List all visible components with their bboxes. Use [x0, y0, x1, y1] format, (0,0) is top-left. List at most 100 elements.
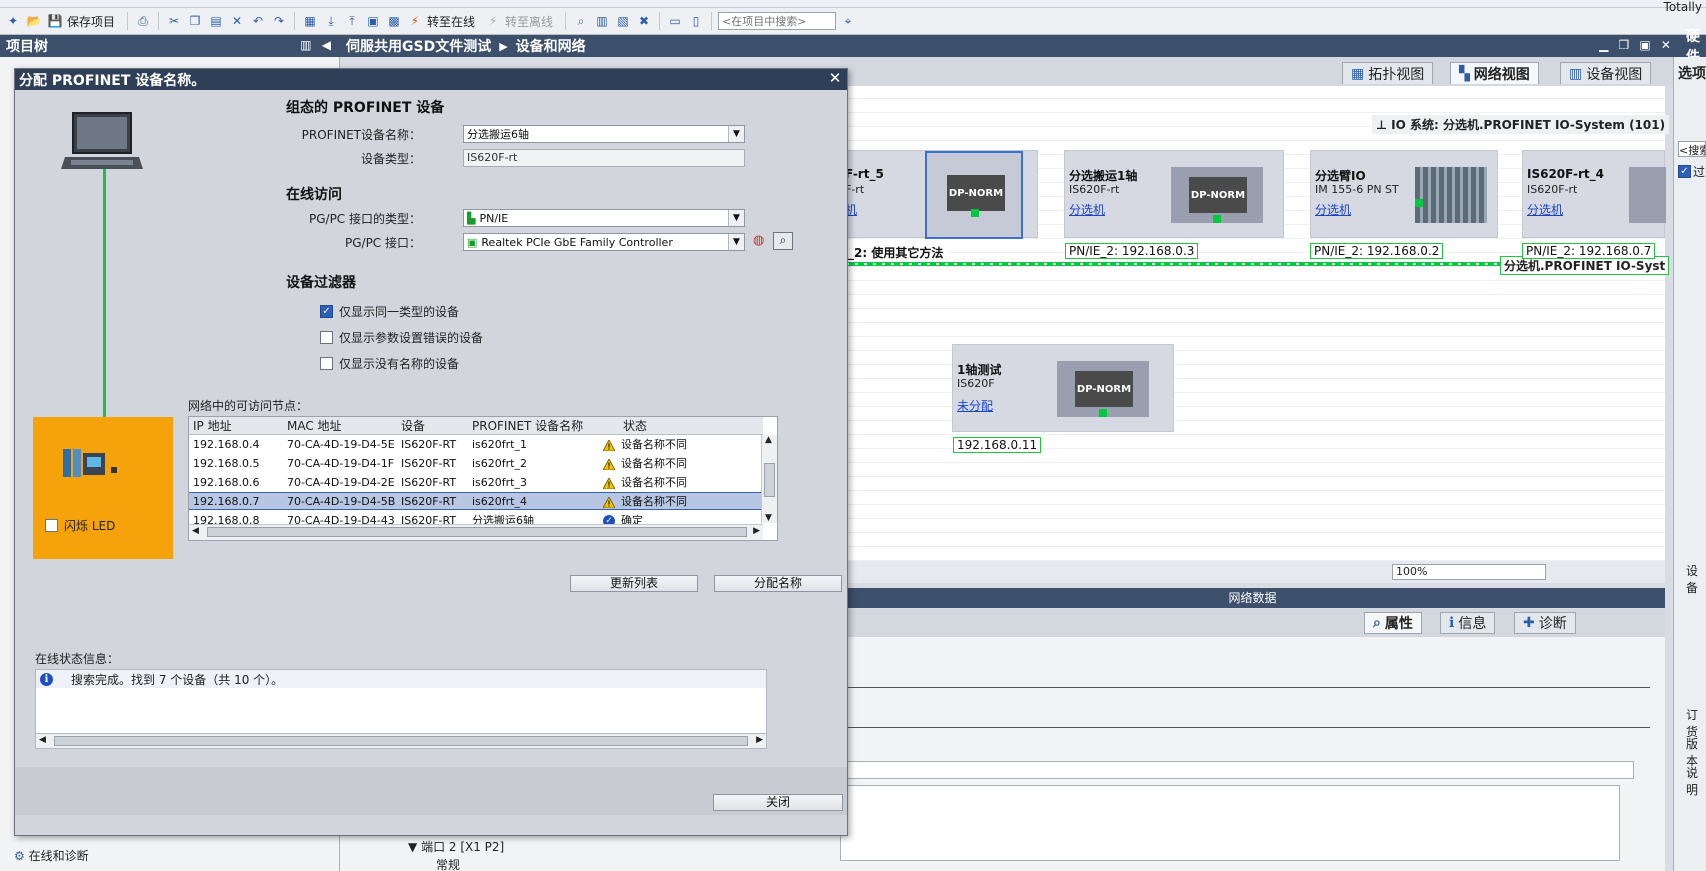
tab-properties[interactable]: ⌕ 属性: [1364, 612, 1422, 634]
search-project-icon[interactable]: ⌖: [839, 12, 857, 30]
go-online-icon[interactable]: ⚡: [406, 12, 424, 30]
tab-network-view[interactable]: ▚ 网络视图: [1450, 62, 1539, 84]
port-icon[interactable]: [1415, 199, 1423, 207]
project-search-input[interactable]: [718, 12, 837, 30]
filter-no-name-checkbox[interactable]: 仅显示没有名称的设备: [320, 355, 459, 372]
inspector-field[interactable]: [840, 761, 1634, 779]
table-row[interactable]: 192.168.0.6 70-CA-4D-19-D4-2E IS620F-RT is6…: [189, 473, 763, 491]
scroll-left-icon[interactable]: ◀: [192, 526, 199, 536]
scroll-left-icon[interactable]: ◀: [39, 735, 46, 745]
port-icon[interactable]: [971, 209, 979, 217]
table-row[interactable]: 192.168.0.7 70-CA-4D-19-D4-5B IS620F-RT is6…: [189, 492, 763, 510]
breadcrumb-project[interactable]: 伺服共用GSD文件测试: [346, 36, 491, 56]
device-card[interactable]: 分选搬运1轴 IS620F-rt 分选机 DP-NORM: [1064, 150, 1284, 238]
tab-diagnostics[interactable]: ✚ 诊断: [1514, 612, 1576, 634]
split-vertical-icon[interactable]: ▯: [687, 12, 705, 30]
simulation-icon[interactable]: ▣: [364, 12, 382, 30]
table-row[interactable]: 192.168.0.4 70-CA-4D-19-D4-5E IS620F-RT is6…: [189, 435, 763, 453]
zoom-select[interactable]: 100%: [1392, 564, 1546, 580]
close-tool-icon[interactable]: ✖: [635, 12, 653, 30]
column-header[interactable]: IP 地址: [193, 417, 232, 434]
scroll-thumb[interactable]: [207, 527, 747, 537]
device-card[interactable]: 1轴测试 IS620F 未分配 DP-NORM: [952, 344, 1174, 432]
filter-same-type-checkbox[interactable]: ✓ 仅显示同一类型的设备: [320, 303, 459, 320]
open-project-icon[interactable]: 📂: [25, 12, 43, 30]
compile-icon[interactable]: ▦: [301, 12, 319, 30]
close-button[interactable]: 关闭: [713, 794, 843, 811]
upload-icon[interactable]: ⤒: [343, 12, 361, 30]
network-data-bar[interactable]: 网络数据: [840, 588, 1665, 608]
vertical-scrollbar[interactable]: ▲ ▼: [761, 435, 777, 523]
horizontal-scrollbar[interactable]: ◀ ▶: [189, 524, 763, 540]
blink-led-checkbox[interactable]: 闪烁 LED: [45, 517, 115, 534]
delete-icon[interactable]: ✕: [228, 12, 246, 30]
device-link[interactable]: 未分配: [957, 397, 993, 414]
device-module[interactable]: DP-NORM: [1171, 167, 1263, 223]
scroll-right-icon[interactable]: ▶: [756, 735, 763, 745]
diagnostics-status-icon[interactable]: ◍: [753, 233, 764, 248]
window-controls-icon[interactable]: ▁ ❐ ▣ ✕: [1599, 38, 1674, 52]
start-simulation-icon[interactable]: ▩: [385, 12, 403, 30]
cross-reference-icon[interactable]: ▥: [593, 12, 611, 30]
tree-item-general[interactable]: 常规: [436, 856, 460, 871]
scroll-down-icon[interactable]: ▼: [765, 513, 772, 523]
new-project-icon[interactable]: ✦: [4, 12, 22, 30]
device-card[interactable]: F-rt_5 F-rt 机 DP-NORM: [840, 150, 1038, 239]
scroll-thumb[interactable]: [54, 736, 748, 746]
print-icon[interactable]: ⎙: [134, 12, 152, 30]
column-header[interactable]: 状态: [623, 417, 647, 434]
update-list-button[interactable]: 更新列表: [570, 575, 698, 592]
column-header[interactable]: 设备: [401, 417, 425, 434]
scroll-up-icon[interactable]: ▲: [765, 435, 772, 445]
chevron-down-icon[interactable]: ▼: [728, 126, 744, 142]
tab-info[interactable]: ℹ 信息: [1440, 612, 1496, 634]
device-link[interactable]: 分选机: [1069, 201, 1105, 218]
filter-param-error-checkbox[interactable]: 仅显示参数设置错误的设备: [320, 329, 483, 346]
tree-item-port2[interactable]: ▼ 端口 2 [X1 P2]: [408, 838, 504, 855]
undo-icon[interactable]: ↶: [249, 12, 267, 30]
catalog-search-input[interactable]: <搜索: [1678, 141, 1706, 157]
assign-name-button[interactable]: 分配名称: [714, 575, 842, 592]
tree-item-online-diagnostics[interactable]: ⚙ 在线和诊断: [14, 847, 89, 864]
table-row[interactable]: 192.168.0.5 70-CA-4D-19-D4-1F IS620F-RT is6…: [189, 454, 763, 472]
chevron-down-icon[interactable]: ▼: [728, 210, 744, 226]
cut-icon[interactable]: ✂: [165, 12, 183, 30]
device-module[interactable]: [1629, 167, 1666, 223]
search-icon[interactable]: ⌕: [773, 232, 793, 250]
save-project-button[interactable]: 保存项目: [67, 13, 115, 30]
tab-topology-view[interactable]: ▦ 拓扑视图: [1342, 62, 1434, 84]
chevron-down-icon[interactable]: ▼: [728, 234, 744, 250]
device-link[interactable]: 分选机: [1527, 201, 1563, 218]
device-module[interactable]: DP-NORM: [1057, 361, 1149, 417]
port-icon[interactable]: [1213, 215, 1221, 223]
save-icon[interactable]: 💾: [46, 12, 64, 30]
download-icon[interactable]: ⤓: [322, 12, 340, 30]
inspector-textarea[interactable]: [840, 785, 1620, 861]
scroll-thumb[interactable]: [764, 463, 775, 497]
catalog-filter-checkbox[interactable]: ✓ 过: [1678, 163, 1705, 180]
split-horizontal-icon[interactable]: ▭: [666, 12, 684, 30]
pgpc-select[interactable]: ▣ Realtek PCIe GbE Family Controller ▼: [463, 233, 745, 251]
device-link[interactable]: 分选机: [1315, 201, 1351, 218]
scroll-right-icon[interactable]: ▶: [753, 526, 760, 536]
column-header[interactable]: MAC 地址: [287, 417, 342, 434]
go-online-button[interactable]: 转至在线: [427, 13, 475, 30]
close-icon[interactable]: ✕: [827, 70, 843, 86]
device-card[interactable]: 分选臂IO IM 155-6 PN ST 分选机: [1310, 150, 1498, 238]
status-horizontal-scrollbar[interactable]: ◀ ▶: [35, 733, 767, 749]
device-name-select[interactable]: 分选搬运6轴 ▼: [463, 125, 745, 143]
copy-icon[interactable]: ❐: [186, 12, 204, 30]
accessible-devices-icon[interactable]: ⌕: [572, 12, 590, 30]
pgpc-type-select[interactable]: ▙ PN/IE ▼: [463, 209, 745, 227]
column-header[interactable]: PROFINET 设备名称: [472, 417, 583, 434]
device-name: F-rt_5: [845, 167, 884, 181]
device-card[interactable]: IS620F-rt_4 IS620F-rt 分选机: [1522, 150, 1666, 238]
redo-icon[interactable]: ↷: [270, 12, 288, 30]
device-module[interactable]: DP-NORM: [925, 151, 1023, 239]
port-icon[interactable]: [1099, 409, 1107, 417]
tab-device-view[interactable]: ▥ 设备视图: [1560, 62, 1652, 84]
collapse-panel-icon[interactable]: ▥ ◀: [300, 38, 334, 52]
io-rack-icon[interactable]: [1415, 167, 1487, 223]
paste-icon[interactable]: ▤: [207, 12, 225, 30]
view-toggle-icon[interactable]: ▧: [614, 12, 632, 30]
